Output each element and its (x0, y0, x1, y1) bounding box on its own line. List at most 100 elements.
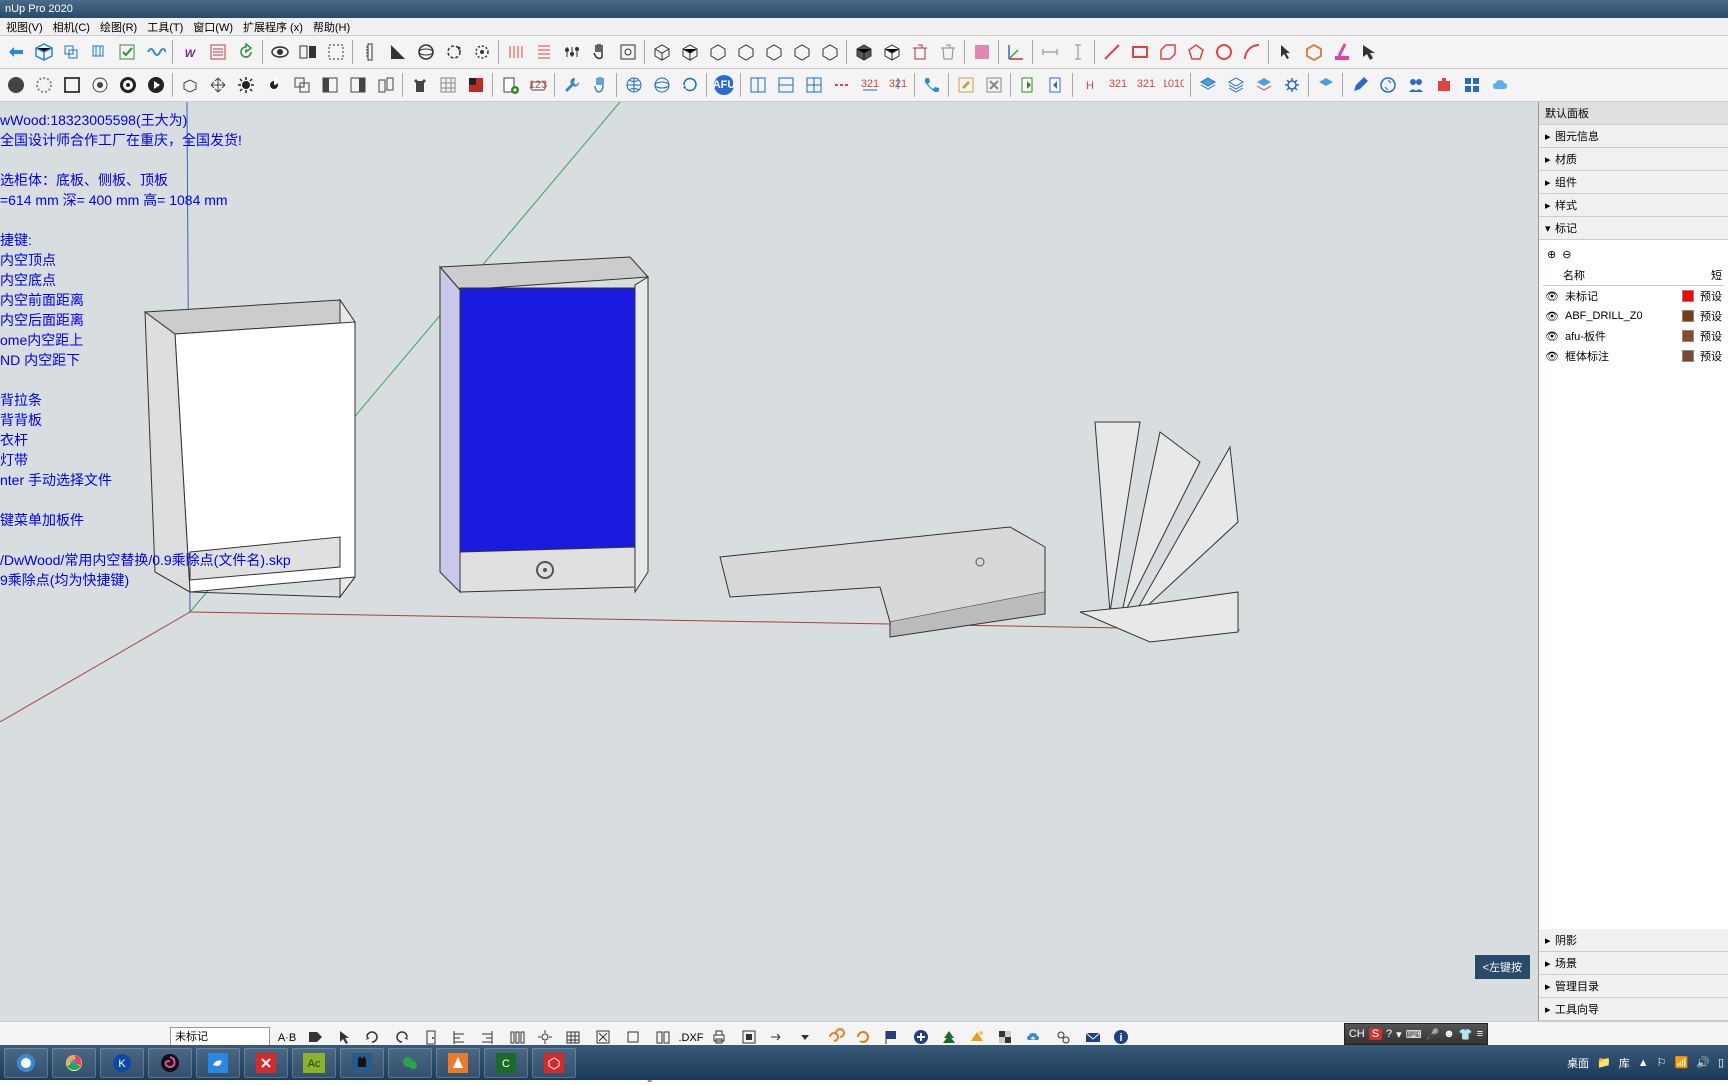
tool-w-icon[interactable]: W (177, 39, 203, 65)
t2-321b-icon[interactable]: 321 (885, 72, 911, 98)
menu-window[interactable]: 窗口(W) (189, 19, 237, 35)
3d-viewport[interactable]: wWood:18323005598(王大为) 全国设计师合作工厂在重庆，全国发货… (0, 102, 1538, 1021)
ime-shirt-icon[interactable]: 👕 (1459, 1028, 1473, 1041)
t2-dash-icon[interactable] (829, 72, 855, 98)
tool-bbox-icon[interactable] (1301, 39, 1327, 65)
t2-pen-icon[interactable] (1347, 72, 1373, 98)
tag-remove-icon[interactable]: ⊖ (1562, 248, 1571, 261)
section-materials[interactable]: ▸材质 (1539, 148, 1728, 171)
t2-copy-icon[interactable] (289, 72, 315, 98)
t2-play-icon[interactable] (143, 72, 169, 98)
t2-layers-e-icon[interactable] (1313, 72, 1339, 98)
swatch-icon[interactable] (1682, 330, 1694, 342)
swatch-icon[interactable] (1682, 290, 1694, 302)
menu-tools[interactable]: 工具(T) (143, 19, 187, 35)
section-scenes[interactable]: ▸场景 (1539, 952, 1728, 975)
section-instructor[interactable]: ▸工具向导 (1539, 998, 1728, 1021)
t2-panel2-icon[interactable] (345, 72, 371, 98)
ime-help-icon[interactable]: ? (1386, 1028, 1392, 1040)
t2-321a-icon[interactable]: 321 (857, 72, 883, 98)
tool-box2-icon[interactable] (59, 39, 85, 65)
tool-axes-icon[interactable] (1003, 39, 1029, 65)
t2-layers3-icon[interactable] (1251, 72, 1277, 98)
visibility-icon[interactable]: 👁 (1545, 350, 1559, 363)
tool-poly-icon[interactable] (1183, 39, 1209, 65)
tray-up-icon[interactable]: ▲ (1638, 1057, 1649, 1069)
tag-row[interactable]: 👁 框体标注 预设 (1543, 346, 1724, 366)
t2-sun-icon[interactable] (233, 72, 259, 98)
tool-pan-icon[interactable] (587, 39, 613, 65)
tool-iso4-icon[interactable] (733, 39, 759, 65)
tb-ac-icon[interactable]: Ac (292, 1048, 336, 1078)
swatch-icon[interactable] (1682, 310, 1694, 322)
menu-ext[interactable]: 扩展程序 (x) (239, 19, 307, 35)
t2-phone-icon[interactable] (919, 72, 945, 98)
tool-eye-icon[interactable] (267, 39, 293, 65)
tool-angle-icon[interactable] (385, 39, 411, 65)
menu-view[interactable]: 视图(V) (2, 19, 47, 35)
t2-label-icon[interactable]: 123 (525, 72, 551, 98)
menu-draw[interactable]: 绘图(R) (96, 19, 141, 35)
tool-list-icon[interactable] (205, 39, 231, 65)
tool-line-icon[interactable] (1099, 39, 1125, 65)
tag-row[interactable]: 👁 ABF_DRILL_Z0 预设 (1543, 306, 1724, 326)
t2-red-sq-icon[interactable] (463, 72, 489, 98)
tool-iso3-icon[interactable] (705, 39, 731, 65)
tool-check-icon[interactable] (115, 39, 141, 65)
t2-cloud-icon[interactable] (1487, 72, 1513, 98)
t2-target-icon[interactable] (87, 72, 113, 98)
tb-red-icon[interactable] (244, 1048, 288, 1078)
tool-trash-icon[interactable] (935, 39, 961, 65)
tool-wave-icon[interactable] (143, 39, 169, 65)
tool-dim-v-icon[interactable] (1065, 39, 1091, 65)
t2-1010-icon[interactable]: 1010 (1161, 72, 1187, 98)
tool-pointer-icon[interactable] (1273, 39, 1299, 65)
tag-row[interactable]: 👁 afu-板件 预设 (1543, 326, 1724, 346)
section-styles[interactable]: ▸样式 (1539, 194, 1728, 217)
tb-spiral-icon[interactable] (148, 1048, 192, 1078)
visibility-icon[interactable]: 👁 (1545, 310, 1559, 323)
section-shadows[interactable]: ▸阴影 (1539, 929, 1728, 952)
system-tray[interactable]: 桌面 📁 库 ▲ ⚐ 📶 🔊 ▯ (1567, 1055, 1724, 1071)
t2-circle-solid-icon[interactable] (3, 72, 29, 98)
t2-ext-icon[interactable] (1431, 72, 1457, 98)
tool-iso6-icon[interactable] (789, 39, 815, 65)
tool-rotate-icon[interactable] (441, 39, 467, 65)
t2-sp2-icon[interactable] (773, 72, 799, 98)
tool-marker-icon[interactable] (1329, 39, 1355, 65)
tool-grid2-icon[interactable] (531, 39, 557, 65)
t2-afu-icon[interactable]: AFU (711, 72, 737, 98)
col-short[interactable]: 短 (1711, 267, 1722, 283)
t2-sp3-icon[interactable] (801, 72, 827, 98)
t2-globe-icon[interactable] (621, 72, 647, 98)
tb-sketchup-icon[interactable] (532, 1048, 576, 1078)
t2-bullseye-icon[interactable] (115, 72, 141, 98)
tool-slider-icon[interactable] (559, 39, 585, 65)
t2-import-icon[interactable] (1043, 72, 1069, 98)
tool-rotate2-icon[interactable] (469, 39, 495, 65)
t2-export-icon[interactable] (1015, 72, 1041, 98)
tool-iso5-icon[interactable] (761, 39, 787, 65)
tool-arc-icon[interactable] (1239, 39, 1265, 65)
tag-row[interactable]: 👁 未标记 预设 (1543, 286, 1724, 306)
tray-batt-icon[interactable]: ▯ (1718, 1056, 1724, 1069)
menu-camera[interactable]: 相机(C) (49, 19, 94, 35)
t2-grid4-icon[interactable] (1459, 72, 1485, 98)
t2-edit-icon[interactable] (953, 72, 979, 98)
ime-s-icon[interactable]: S (1369, 1028, 1382, 1040)
tray-shield-icon[interactable]: ⚐ (1657, 1056, 1667, 1069)
tool-iso2-icon[interactable] (677, 39, 703, 65)
tb-chrome-icon[interactable] (52, 1048, 96, 1078)
tool-arrow-icon[interactable] (1357, 39, 1383, 65)
layer-selector[interactable]: 未标记 (170, 1027, 270, 1047)
t2-sun-half-icon[interactable] (261, 72, 287, 98)
t2-push-icon[interactable] (177, 72, 203, 98)
t2-people-icon[interactable] (1403, 72, 1429, 98)
tag-add-icon[interactable]: ⊕ (1547, 248, 1556, 261)
t2-layers2-icon[interactable] (1223, 72, 1249, 98)
tool-grid1-icon[interactable] (503, 39, 529, 65)
tb-kugou-icon[interactable]: K (100, 1048, 144, 1078)
t2-shirt-icon[interactable] (407, 72, 433, 98)
tool-dim-h-icon[interactable] (1037, 39, 1063, 65)
t2-pages-icon[interactable] (373, 72, 399, 98)
